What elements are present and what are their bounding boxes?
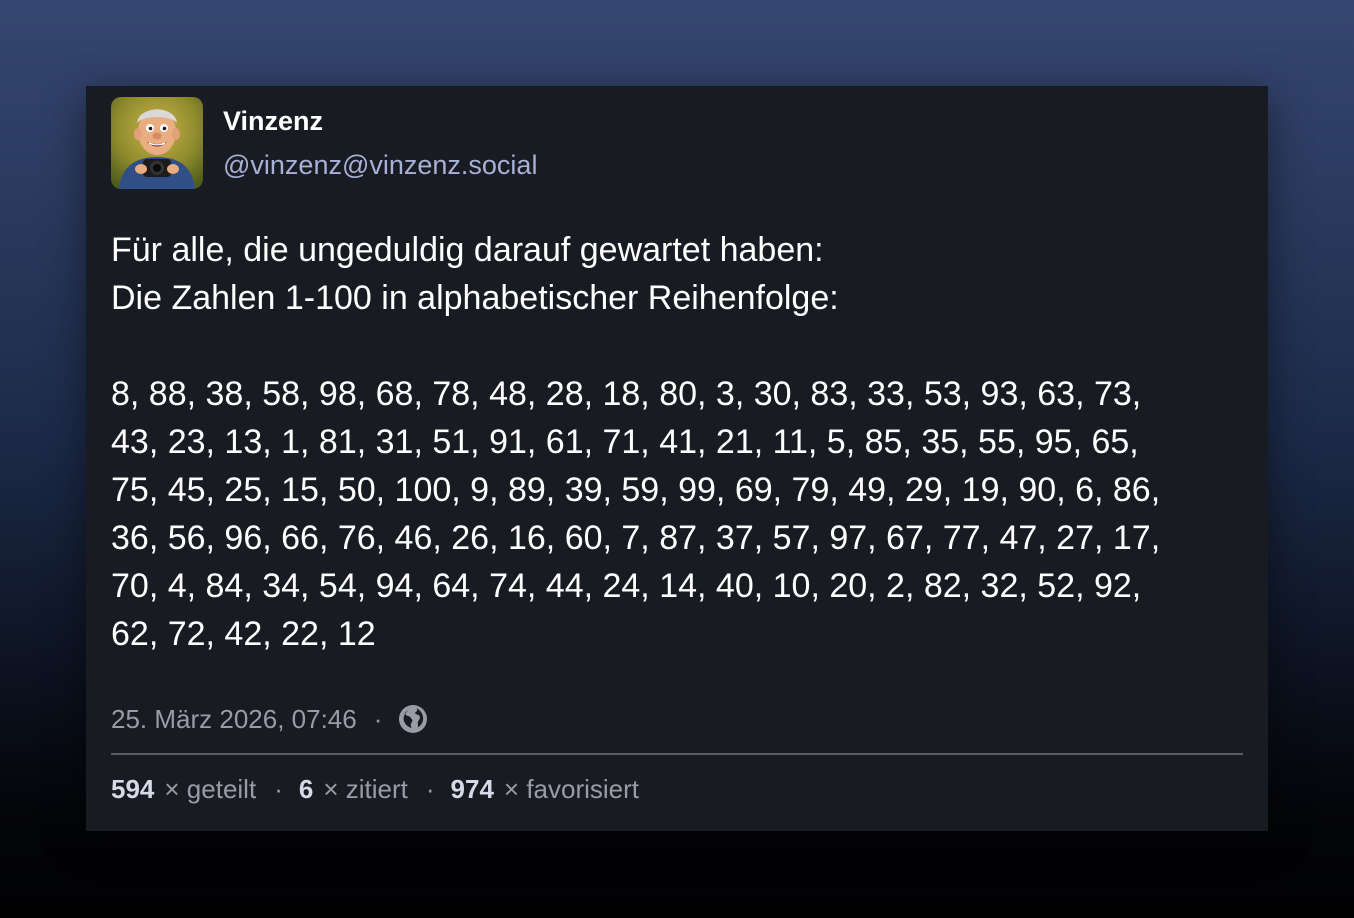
separator-dot: · [274,774,283,804]
reblogs-label: × geteilt [164,774,257,804]
divider [111,753,1243,755]
favourites-stat[interactable]: 974 × favorisiert [451,772,640,806]
reblogs-count: 594 [111,774,155,804]
content-line: Die Zahlen 1-100 in alphabetischer Reihe… [111,279,839,317]
favourites-label: × favorisiert [503,774,640,804]
post-card: Vinzenz @vinzenz@vinzenz.social Für alle… [86,86,1268,831]
post-meta: 25. März 2026, 07:46 · [111,702,429,736]
post-content: Für alle, die ungeduldig darauf gewartet… [111,226,1241,658]
avatar[interactable] [111,97,203,189]
number-line: 43, 23, 13, 1, 81, 31, 51, 91, 61, 71, 4… [111,423,1139,461]
reblogs-stat[interactable]: 594 × geteilt [111,772,256,806]
author-display-name[interactable]: Vinzenz [223,104,323,138]
separator-dot: · [373,704,383,734]
number-line: 70, 4, 84, 34, 54, 94, 64, 74, 44, 24, 1… [111,567,1142,605]
clay-man-with-camera-avatar-icon [111,97,203,189]
author-handle[interactable]: @vinzenz@vinzenz.social [223,148,537,182]
quotes-count: 6 [298,774,314,804]
quotes-stat[interactable]: 6 × zitiert [299,772,408,806]
number-line: 62, 72, 42, 22, 12 [111,615,376,653]
favourites-count: 974 [450,774,494,804]
globe-icon [397,703,429,735]
number-line: 36, 56, 96, 66, 76, 46, 26, 16, 60, 7, 8… [111,519,1161,557]
content-line: Für alle, die ungeduldig darauf gewartet… [111,231,824,269]
number-line: 8, 88, 38, 58, 98, 68, 78, 48, 28, 18, 8… [111,375,1142,413]
quotes-label: × zitiert [323,774,408,804]
number-line: 75, 45, 25, 15, 50, 100, 9, 89, 39, 59, … [111,471,1161,509]
post-timestamp[interactable]: 25. März 2026, 07:46 [111,702,357,736]
separator-dot: · [425,774,435,804]
post-stats: 594 × geteilt · 6 × zitiert · 974 × favoris… [111,772,639,806]
